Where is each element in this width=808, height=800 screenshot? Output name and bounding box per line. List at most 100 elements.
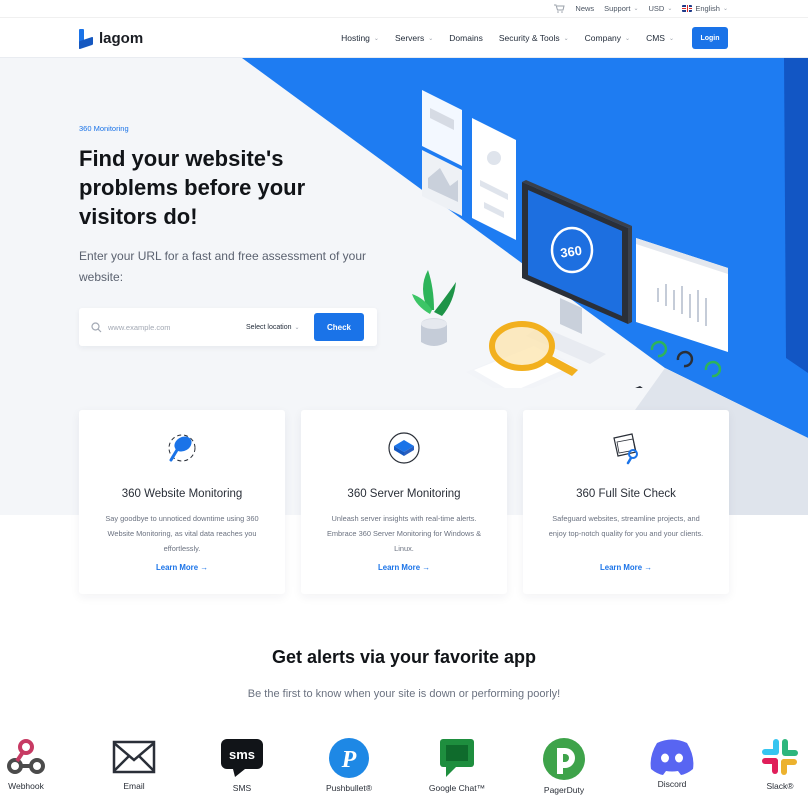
chevron-down-icon: ⌄ bbox=[373, 35, 379, 42]
discord-icon bbox=[650, 739, 694, 775]
email-icon bbox=[112, 740, 156, 774]
floating-panel-left bbox=[422, 90, 462, 216]
language-label: English bbox=[695, 4, 720, 13]
utility-bar: News Support ⌄ USD ⌄ English ⌄ bbox=[0, 0, 808, 18]
check-button[interactable]: Check bbox=[314, 313, 364, 341]
hero-lead: Enter your URL for a fast and free asses… bbox=[79, 249, 367, 284]
login-button[interactable]: Login bbox=[692, 27, 728, 49]
nav-item-security-tools[interactable]: Security & Tools ⌄ bbox=[499, 33, 569, 43]
learn-more-label: Learn More bbox=[156, 563, 199, 572]
hero-headline: Find your website's problems before your… bbox=[79, 146, 306, 229]
magnifier-clipboard bbox=[466, 321, 580, 388]
nav-item-domains[interactable]: Domains bbox=[449, 33, 483, 43]
search-icon bbox=[91, 321, 102, 332]
app-google-chat[interactable]: Google Chat™ bbox=[417, 737, 497, 793]
nav-item-cms[interactable]: CMS ⌄ bbox=[646, 33, 674, 43]
card-full-site-check: 360 Full Site Check Safeguard websites, … bbox=[523, 410, 729, 594]
webhook-icon bbox=[7, 739, 45, 774]
learn-more-label: Learn More bbox=[378, 563, 421, 572]
chevron-down-icon: ⌄ bbox=[667, 6, 673, 12]
chevron-down-icon: ⌄ bbox=[625, 35, 631, 42]
location-label: Select location bbox=[246, 323, 292, 331]
slack-icon bbox=[762, 739, 798, 775]
logo-text: lagom bbox=[99, 30, 144, 47]
svg-text:P: P bbox=[341, 747, 357, 773]
sms-icon: sms bbox=[221, 739, 263, 777]
nav-item-label: CMS bbox=[646, 33, 665, 43]
chevron-down-icon: ⌄ bbox=[633, 6, 639, 12]
svg-text:sms: sms bbox=[229, 747, 255, 762]
app-label: SMS bbox=[232, 783, 252, 793]
card-server-monitoring: 360 Server Monitoring Unleash server ins… bbox=[301, 410, 507, 594]
server-monitoring-icon bbox=[388, 432, 420, 464]
nav-item-company[interactable]: Company ⌄ bbox=[585, 33, 630, 43]
card-title: 360 Full Site Check bbox=[576, 488, 676, 500]
nav-item-servers[interactable]: Servers ⌄ bbox=[395, 33, 433, 43]
arrow-right-icon: → bbox=[200, 563, 208, 572]
app-email[interactable]: Email bbox=[94, 737, 174, 791]
currency-dropdown[interactable]: USD ⌄ bbox=[648, 4, 672, 13]
app-pushbullet[interactable]: P Pushbullet® bbox=[309, 737, 389, 793]
chevron-down-icon: ⌄ bbox=[668, 35, 674, 42]
nav-item-hosting[interactable]: Hosting ⌄ bbox=[341, 33, 379, 43]
app-discord[interactable]: Discord bbox=[632, 737, 712, 789]
card-text: Unleash server insights with real-time a… bbox=[326, 514, 482, 553]
app-label: Google Chat™ bbox=[428, 783, 486, 793]
arrow-right-icon: → bbox=[644, 563, 652, 572]
nav-item-label: Security & Tools bbox=[498, 33, 560, 43]
card-text: Say goodbye to unnoticed downtime using … bbox=[105, 514, 259, 553]
google-chat-icon bbox=[440, 739, 474, 777]
cart-icon bbox=[554, 4, 566, 13]
chart-panel bbox=[636, 238, 728, 378]
app-slack[interactable]: Slack® bbox=[740, 737, 808, 791]
pagerduty-icon bbox=[543, 738, 585, 780]
app-sms[interactable]: sms SMS bbox=[202, 737, 282, 793]
currency-label: USD bbox=[648, 4, 665, 13]
support-label: Support bbox=[604, 4, 631, 13]
monitoring-illustration: 360 bbox=[412, 90, 728, 388]
card-title: 360 Server Monitoring bbox=[347, 488, 461, 500]
card-text: Safeguard websites, streamline projects,… bbox=[548, 514, 704, 538]
nav-item-label: Servers bbox=[394, 33, 425, 43]
uk-flag-icon bbox=[682, 5, 693, 12]
lagom-logo-icon bbox=[79, 29, 93, 50]
nav-item-label: Company bbox=[584, 33, 622, 43]
url-input[interactable]: www.example.com bbox=[108, 323, 246, 332]
app-label: Email bbox=[123, 781, 145, 791]
chevron-down-icon: ⌄ bbox=[722, 6, 728, 12]
app-label: Pushbullet® bbox=[326, 783, 372, 793]
main-navigation: lagom Hosting ⌄ Servers ⌄ Domains Security… bbox=[0, 18, 808, 58]
learn-more-link[interactable]: Learn More → bbox=[523, 563, 729, 572]
card-title: 360 Website Monitoring bbox=[121, 488, 243, 500]
plant bbox=[412, 270, 456, 346]
learn-more-label: Learn More bbox=[600, 563, 643, 572]
app-label: Webhook bbox=[8, 781, 44, 791]
pushbullet-icon: P bbox=[329, 738, 369, 778]
support-dropdown[interactable]: Support ⌄ bbox=[604, 4, 638, 13]
learn-more-link[interactable]: Learn More → bbox=[79, 563, 285, 572]
chevron-down-icon: ⌄ bbox=[563, 35, 569, 42]
card-website-monitoring: 360 Website Monitoring Say goodbye to un… bbox=[79, 410, 285, 594]
phone bbox=[635, 386, 643, 388]
cart-link[interactable] bbox=[554, 4, 566, 13]
nav-item-label: Domains bbox=[449, 33, 483, 43]
alerts-subtitle: Be the first to know when your site is d… bbox=[247, 688, 561, 700]
app-pagerduty[interactable]: PagerDuty bbox=[524, 737, 604, 795]
learn-more-link[interactable]: Learn More → bbox=[301, 563, 507, 572]
floating-panel-middle bbox=[472, 118, 516, 240]
chevron-down-icon: ⌄ bbox=[428, 35, 434, 42]
alerts-title: Get alerts via your favorite app bbox=[271, 647, 537, 667]
nav-item-label: Hosting bbox=[341, 33, 370, 43]
news-link[interactable]: News bbox=[575, 4, 594, 13]
chevron-down-icon: ⌄ bbox=[294, 324, 300, 331]
full-site-check-icon bbox=[613, 433, 638, 465]
nav-menu: Hosting ⌄ Servers ⌄ Domains Security & Too… bbox=[325, 27, 728, 49]
app-webhook[interactable]: Webhook bbox=[0, 737, 66, 791]
location-select[interactable]: Select location ⌄ bbox=[246, 324, 314, 331]
website-monitoring-icon bbox=[168, 434, 196, 462]
app-label: Discord bbox=[657, 779, 687, 789]
illustration-logo-text: 360 bbox=[559, 243, 583, 261]
logo[interactable]: lagom bbox=[79, 29, 144, 50]
language-dropdown[interactable]: English ⌄ bbox=[682, 4, 728, 13]
arrow-right-icon: → bbox=[422, 563, 430, 572]
